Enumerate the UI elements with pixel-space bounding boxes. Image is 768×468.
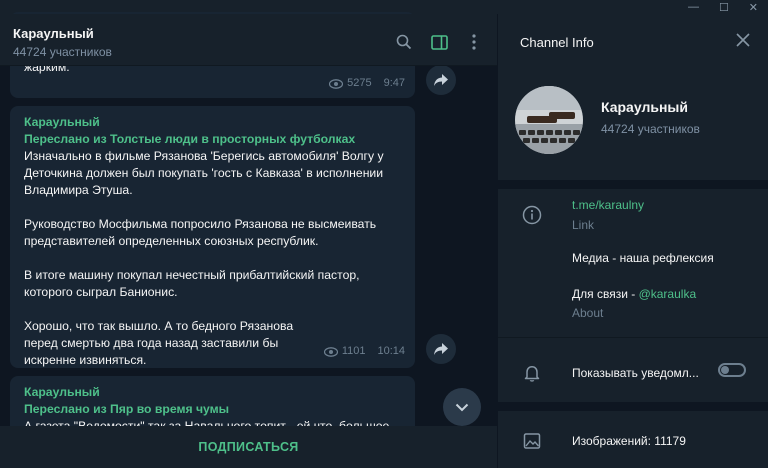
more-vertical-icon — [472, 34, 476, 50]
link-label: Link — [572, 218, 595, 232]
forwarded-from[interactable]: Переслано из Пяр во время чумы — [24, 401, 401, 418]
chat-header: Караульный 44724 участников — [0, 14, 497, 66]
chat-title[interactable]: Караульный — [13, 26, 94, 41]
message-paragraph: Руководство Мосфильма попросило Рязанова… — [24, 217, 377, 248]
channel-avatar[interactable] — [515, 86, 583, 154]
sidebar-icon — [430, 34, 448, 50]
minimize-button[interactable]: — — [688, 1, 699, 13]
views-count: 1101 — [341, 345, 366, 357]
message-paragraph: Хорошо, что так вышло. А то бедного Ряза… — [24, 319, 294, 367]
notifications-toggle[interactable] — [718, 363, 746, 377]
message-paragraph: В итоге машину покупал нечестный прибалт… — [24, 268, 360, 299]
close-icon — [736, 33, 750, 47]
channel-members: 44724 участников — [601, 122, 700, 136]
contact-line: Для связи - @karaulka — [572, 287, 696, 301]
search-icon — [396, 34, 412, 50]
toggle-info-panel-button[interactable] — [429, 32, 449, 52]
panel-title: Channel Info — [520, 35, 594, 50]
more-button[interactable] — [464, 32, 484, 52]
message-author[interactable]: Караульный — [24, 384, 401, 401]
channel-description: Медиа - наша рефлексия — [572, 251, 714, 265]
share-button[interactable] — [426, 65, 456, 95]
channel-name: Караульный — [601, 99, 688, 115]
maximize-button[interactable]: ☐ — [719, 1, 729, 14]
image-icon — [522, 431, 542, 451]
forwarded-from[interactable]: Переслано из Толстые люди в просторных ф… — [24, 131, 401, 148]
channel-info-panel: Channel Info Караульный 44724 участников… — [497, 14, 768, 468]
divider — [498, 180, 768, 189]
avatar-image — [515, 86, 583, 154]
chevron-down-icon — [455, 403, 469, 411]
window-close-button[interactable]: ✕ — [749, 1, 758, 14]
divider — [498, 402, 768, 411]
contact-prefix: Для связи - — [572, 287, 639, 301]
bell-icon — [522, 363, 542, 383]
message-meta: 5275 9:47 — [329, 75, 405, 92]
panel-close-button[interactable] — [736, 33, 754, 51]
window-controls: — ☐ ✕ — [678, 0, 768, 14]
contact-handle[interactable]: @karaulka — [639, 287, 697, 301]
message-author[interactable]: Караульный — [24, 114, 401, 131]
subscribe-button[interactable]: ПОДПИСАТЬСЯ — [0, 426, 497, 468]
chat-members: 44724 участников — [13, 45, 112, 59]
chat-area: 2018 год в соцсетях, мессенджерах и проч… — [0, 12, 497, 468]
notifications-label[interactable]: Показывать уведомл... — [572, 366, 699, 380]
views-icon — [323, 346, 338, 357]
message-paragraph: Изначально в фильме Рязанова 'Берегись а… — [24, 149, 384, 197]
channel-link[interactable]: t.me/karaulny — [572, 198, 644, 212]
message-time: 9:47 — [383, 77, 405, 89]
divider — [498, 337, 768, 338]
views-count: 5275 — [347, 77, 372, 89]
info-icon — [522, 205, 542, 225]
scroll-down-button[interactable] — [443, 388, 481, 426]
message-meta: 1101 10:14 — [323, 343, 405, 360]
toggle-knob — [721, 366, 729, 374]
about-label: About — [572, 306, 604, 320]
share-icon — [434, 343, 448, 355]
message-bubble: Караульный Переслано из Толстые люди в п… — [10, 106, 415, 368]
message-time: 10:14 — [377, 345, 405, 357]
share-icon — [434, 74, 448, 86]
views-icon — [329, 78, 344, 89]
share-button[interactable] — [426, 334, 456, 364]
search-button[interactable] — [394, 32, 414, 52]
images-count[interactable]: Изображений: 11179 — [572, 434, 686, 448]
